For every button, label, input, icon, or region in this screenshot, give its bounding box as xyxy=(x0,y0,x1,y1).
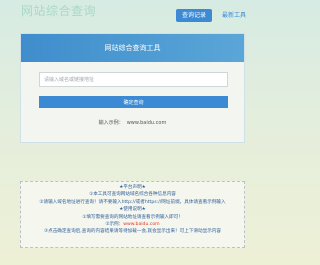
usage-line-3: ③点击确定查询后,查询的内容结果请等待加载一会,就会显示出来！可上下滑动显示内容 xyxy=(43,229,221,235)
query-tool-card: 网站综合查询工具 确定查询 输入示例：www.baidu.com xyxy=(20,33,245,143)
usage-heading: ★使用说明★ xyxy=(119,207,146,213)
example-url: www.baidu.com xyxy=(126,120,167,126)
usage-example-prefix: ②示例： xyxy=(105,222,124,228)
info-panel: ★平台声明★ ①本工具可查询网站域名综合各种信息内容 ②请输入域名地址进行查询！… xyxy=(20,181,245,248)
usage-example-site: www.baidu.com xyxy=(123,222,160,228)
site-title: 网站综合查询 xyxy=(21,4,97,18)
input-example: 输入示例： www.baidu.com xyxy=(21,119,244,126)
query-records-button[interactable]: 查询记录 xyxy=(176,9,213,22)
declaration-line-2: ②请输入域名地址进行查询！请不要输入http://或者https://网址前缀，… xyxy=(39,199,226,205)
url-input[interactable] xyxy=(39,72,228,87)
usage-line-1: ①填写需要查询的网站地址请查看示例输入即可！ xyxy=(82,214,183,220)
latest-tools-link[interactable]: 最新工具 xyxy=(216,9,252,22)
declaration-line-1: ①本工具可查询网站域名综合各种信息内容 xyxy=(89,192,176,198)
tool-card-title: 网站综合查询工具 xyxy=(21,34,244,62)
usage-line-2: ②示例：www.baidu.com xyxy=(21,221,244,228)
submit-query-button[interactable]: 确定查询 xyxy=(39,96,228,108)
declaration-heading: ★平台声明★ xyxy=(119,185,146,190)
example-label: 输入示例： xyxy=(98,120,124,126)
